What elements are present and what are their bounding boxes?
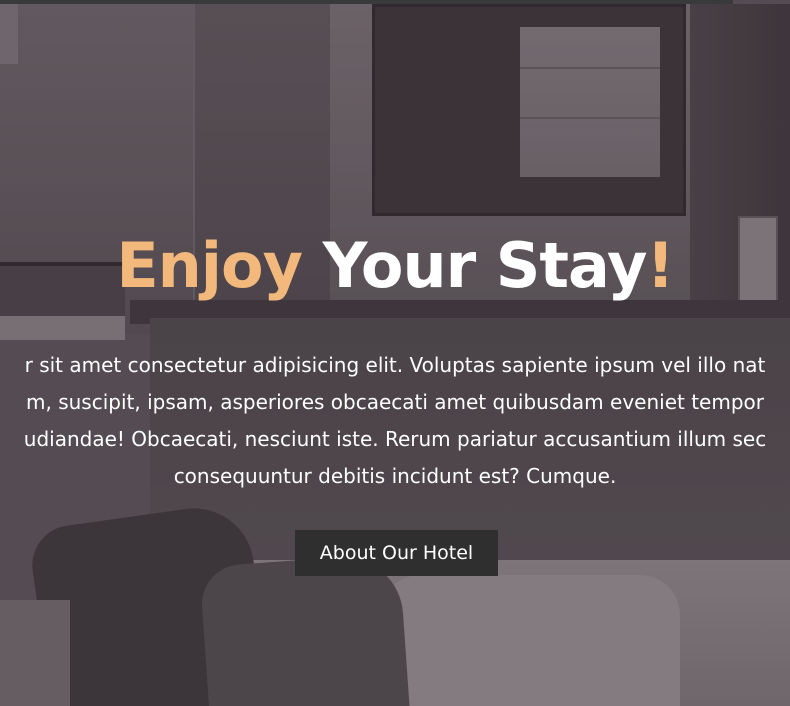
hero-description-line: r sit amet consectetur adipisicing elit.… <box>24 353 766 377</box>
hero-title: Enjoy Your Stay! <box>0 226 790 306</box>
hero-content: Enjoy Your Stay! r sit amet consectetur … <box>0 0 790 706</box>
hero-title-rest: Your Stay <box>302 229 648 302</box>
hero-description-line: m, suscipit, ipsam, asperiores obcaecati… <box>26 390 764 414</box>
hero-description: r sit amet consectetur adipisicing elit.… <box>0 347 790 495</box>
hero-title-exclamation: ! <box>646 229 674 302</box>
hero-description-line: consequuntur debitis incidunt est? Cumqu… <box>173 464 617 488</box>
hero-description-line: udiandae! Obcaecati, nesciunt iste. Reru… <box>23 427 767 451</box>
hero-section: Enjoy Your Stay! r sit amet consectetur … <box>0 0 790 706</box>
hero-title-accent: Enjoy <box>116 229 303 302</box>
about-hotel-button[interactable]: About Our Hotel <box>295 530 498 576</box>
